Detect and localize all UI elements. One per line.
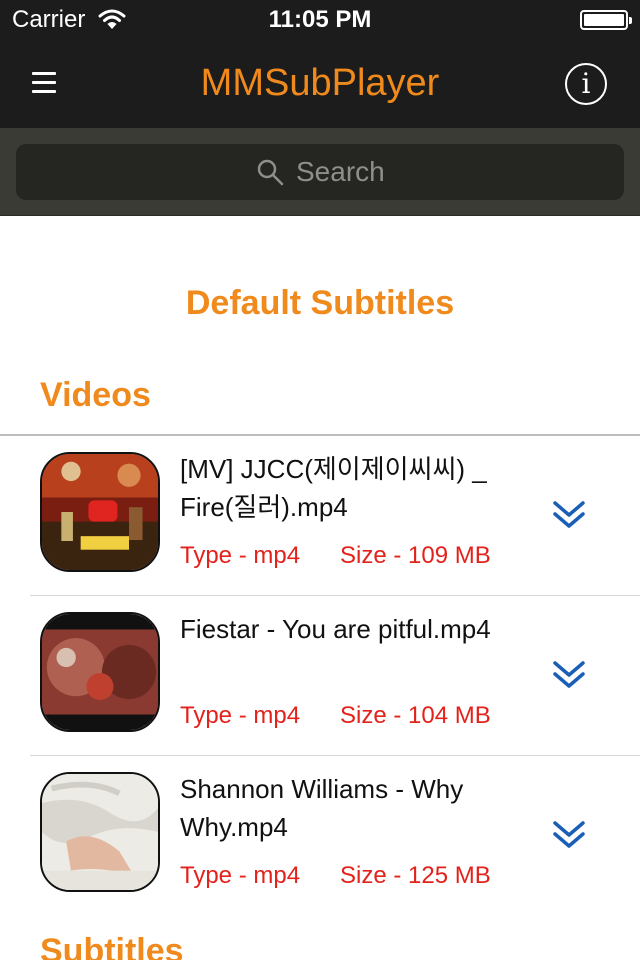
video-row[interactable]: Fiestar - You are pitful.mp4 Type - mp4 … <box>0 596 640 756</box>
video-type: Type - mp4 <box>180 862 301 889</box>
video-thumbnail <box>40 772 160 892</box>
video-size: Size - 109 MB <box>340 542 491 569</box>
video-type: Type - mp4 <box>180 542 301 569</box>
page-title: Default Subtitles <box>185 284 455 322</box>
double-chevron-down-icon[interactable] <box>552 658 586 692</box>
app-title: MMSubPlayer <box>200 62 440 104</box>
navigation-bar: MMSubPlayer i <box>0 40 640 128</box>
video-row[interactable]: Shannon Williams - Why Why.mp4 Type - mp… <box>0 756 640 916</box>
video-size: Size - 104 MB <box>340 702 491 729</box>
video-thumbnail <box>40 612 160 732</box>
double-chevron-down-icon[interactable] <box>552 818 586 852</box>
status-time: 11:05 PM <box>268 6 372 33</box>
search-bar: Search <box>0 128 640 216</box>
search-icon <box>257 159 284 186</box>
video-size: Size - 125 MB <box>340 862 491 889</box>
video-thumbnail <box>40 452 160 572</box>
video-name: [MV] JJCC(제이제이씨씨) _ Fire(질러).mp4 <box>180 454 487 522</box>
battery-icon <box>580 10 632 30</box>
info-icon[interactable]: i <box>565 63 607 105</box>
video-name: Shannon Williams - Why Why.mp4 <box>180 774 464 842</box>
search-placeholder: Search <box>296 156 385 187</box>
section-title-subtitles: Subtitles <box>40 932 184 960</box>
video-name: Fiestar - You are pitful.mp4 <box>180 614 491 644</box>
status-bar: Carrier 11:05 PM <box>0 0 640 40</box>
section-title-videos: Videos <box>40 376 151 414</box>
search-input[interactable]: Search <box>16 144 624 200</box>
double-chevron-down-icon[interactable] <box>552 498 586 532</box>
video-type: Type - mp4 <box>180 702 301 729</box>
video-row[interactable]: [MV] JJCC(제이제이씨씨) _ Fire(질러).mp4 Type - … <box>0 436 640 596</box>
